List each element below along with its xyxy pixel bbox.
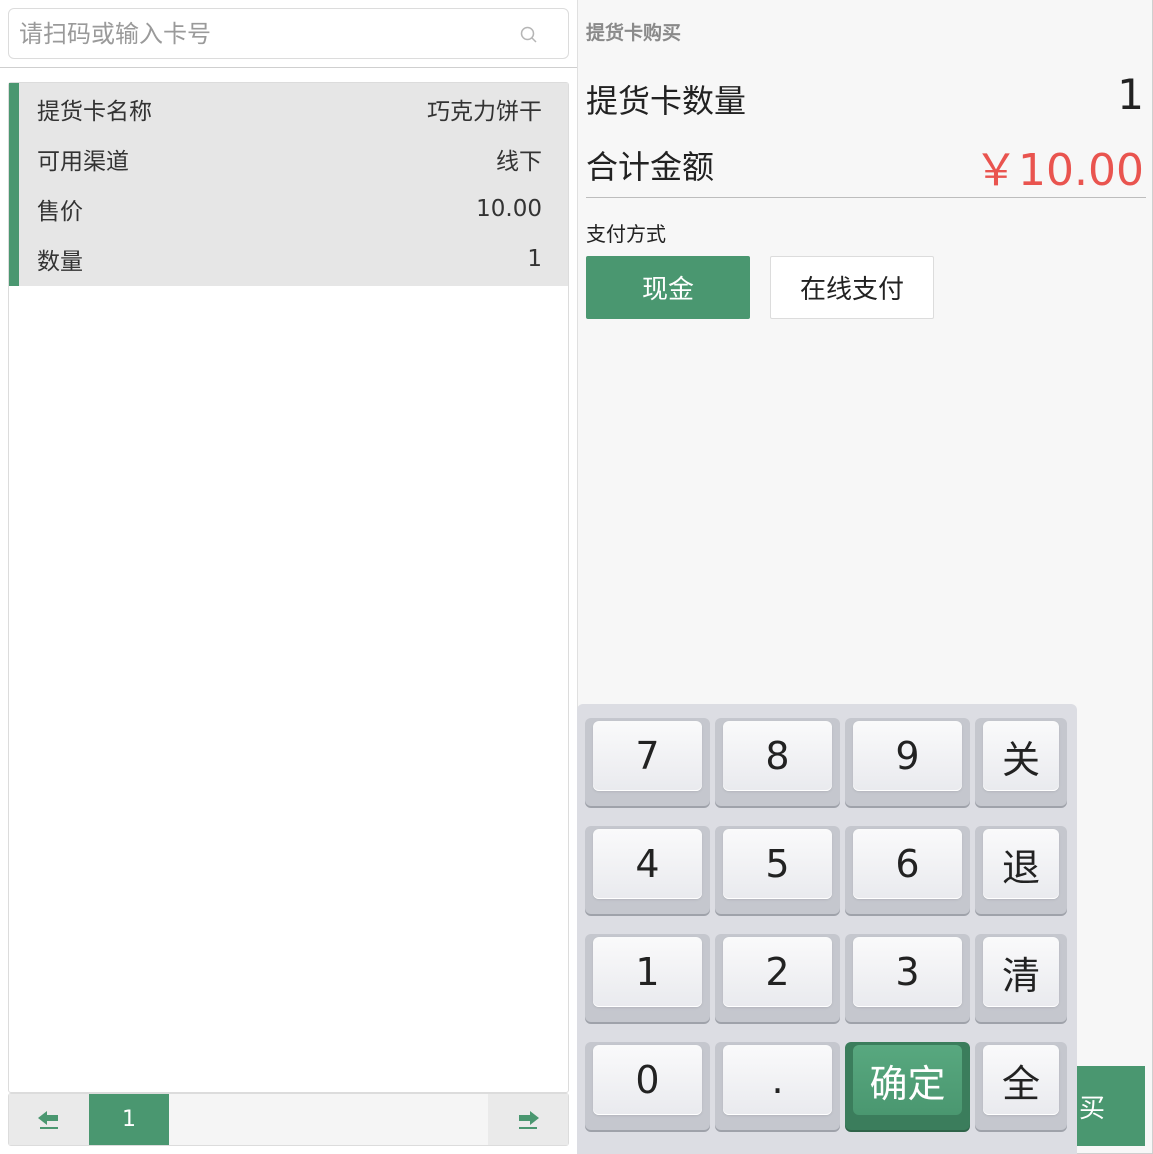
pay-online-button[interactable]: 在线支付 (770, 256, 934, 319)
buy-button[interactable]: 买 (1077, 1066, 1145, 1146)
key-2[interactable]: 2 (715, 934, 840, 1022)
card-price-value: 10.00 (476, 196, 542, 222)
search-icon[interactable] (520, 26, 538, 44)
key-3[interactable]: 3 (845, 934, 970, 1022)
key-confirm[interactable]: 确定 (845, 1042, 970, 1130)
left-pane: 提货卡名称 巧克力饼干 可用渠道 线下 售价 10.00 数量 1 1 (0, 0, 577, 1154)
next-page-button[interactable] (488, 1094, 568, 1145)
pay-cash-button[interactable]: 现金 (586, 256, 750, 319)
card-qty-label: 数量 (37, 249, 83, 275)
prev-page-button[interactable] (9, 1094, 89, 1145)
key-all[interactable]: 全 (975, 1042, 1067, 1130)
arrow-left-icon (38, 1110, 58, 1129)
total-value: ￥10.00 (974, 145, 1144, 196)
card-row-channel: 可用渠道 线下 (37, 134, 542, 184)
key-4[interactable]: 4 (585, 826, 710, 914)
key-9[interactable]: 9 (845, 718, 970, 806)
card-row-qty: 数量 1 (37, 234, 542, 284)
purchase-title: 提货卡购买 (586, 22, 682, 44)
payment-method-label: 支付方式 (586, 222, 666, 246)
card-channel-value: 线下 (496, 149, 542, 175)
key-8[interactable]: 8 (715, 718, 840, 806)
quantity-value: 1 (1117, 70, 1144, 119)
divider (0, 67, 577, 68)
card-name-label: 提货卡名称 (37, 99, 152, 125)
card-row-name: 提货卡名称 巧克力饼干 (37, 84, 542, 134)
key-7[interactable]: 7 (585, 718, 710, 806)
search-box[interactable] (8, 8, 569, 59)
key-0[interactable]: 0 (585, 1042, 710, 1130)
page-number[interactable]: 1 (89, 1094, 169, 1145)
quantity-label: 提货卡数量 (586, 82, 747, 120)
card-row-price: 售价 10.00 (37, 184, 542, 234)
key-1[interactable]: 1 (585, 934, 710, 1022)
card-item[interactable]: 提货卡名称 巧克力饼干 可用渠道 线下 售价 10.00 数量 1 (9, 83, 568, 286)
key-6[interactable]: 6 (845, 826, 970, 914)
key-clear[interactable]: 清 (975, 934, 1067, 1022)
arrow-right-icon (519, 1110, 539, 1129)
numeric-keypad: 7 8 9 关 4 5 6 退 1 2 3 清 0 . 确定 全 (577, 704, 1077, 1154)
key-backspace[interactable]: 退 (975, 826, 1067, 914)
card-list: 提货卡名称 巧克力饼干 可用渠道 线下 售价 10.00 数量 1 (8, 82, 569, 1093)
card-name-value: 巧克力饼干 (427, 99, 542, 125)
pager: 1 (8, 1093, 569, 1146)
card-price-label: 售价 (37, 199, 83, 225)
key-close[interactable]: 关 (975, 718, 1067, 806)
key-dot[interactable]: . (715, 1042, 840, 1130)
key-5[interactable]: 5 (715, 826, 840, 914)
search-input[interactable] (19, 15, 499, 53)
total-label: 合计金额 (586, 148, 715, 186)
divider (586, 197, 1146, 198)
card-qty-value: 1 (527, 246, 542, 272)
card-channel-label: 可用渠道 (37, 149, 129, 175)
